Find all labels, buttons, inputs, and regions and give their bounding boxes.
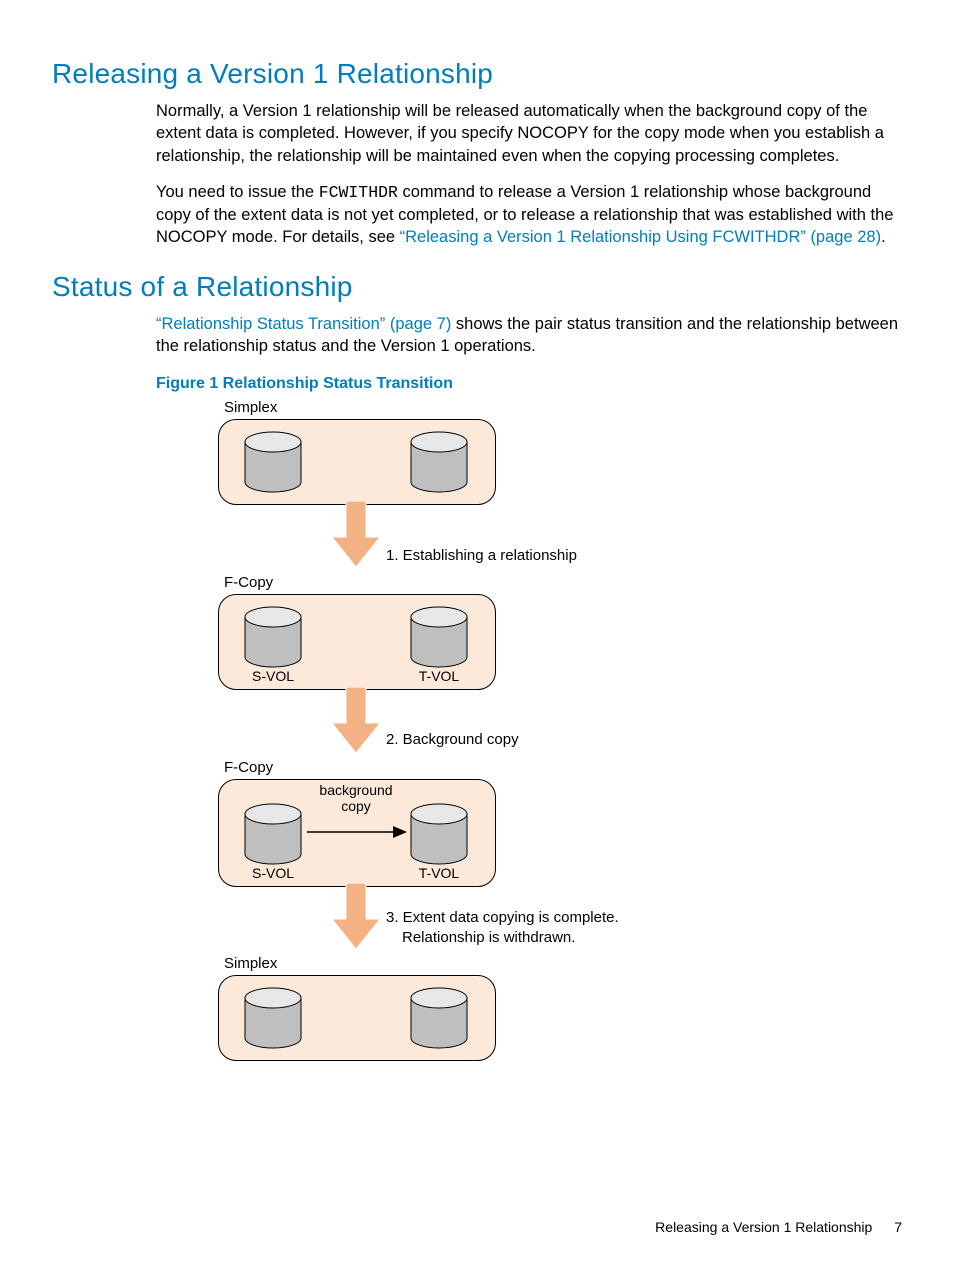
cylinder-icon (409, 605, 469, 669)
state3-tvol-label: T-VOL (399, 865, 479, 881)
figure-caption: Figure 1 Relationship Status Transition (156, 375, 902, 393)
heading-releasing: Releasing a Version 1 Relationship (52, 58, 902, 90)
paragraph-2: You need to issue the FCWITHDR command t… (156, 181, 902, 249)
footer-text: Releasing a Version 1 Relationship (655, 1219, 872, 1235)
cylinder-icon (243, 802, 303, 866)
state4-box (218, 975, 496, 1061)
state1-label: Simplex (224, 399, 277, 416)
para2-code: FCWITHDR (319, 183, 398, 202)
cylinder-icon (409, 802, 469, 866)
state2-tvol-label: T-VOL (399, 668, 479, 684)
state2-box: S-VOL T-VOL (218, 594, 496, 690)
state3-label: F-Copy (224, 759, 273, 776)
link-fcwithdr[interactable]: “Releasing a Version 1 Relationship Usin… (400, 228, 881, 246)
cylinder-icon (243, 605, 303, 669)
state3-svol-label: S-VOL (233, 865, 313, 881)
arrow-right-icon (307, 822, 407, 842)
state4-label: Simplex (224, 955, 277, 972)
link-status-transition[interactable]: “Relationship Status Transition” (page 7… (156, 315, 451, 333)
para2-text-c: . (881, 228, 886, 246)
heading-status: Status of a Relationship (52, 271, 902, 303)
step3b-label: Relationship is withdrawn. (402, 929, 575, 946)
arrow-down-icon (332, 687, 380, 753)
state1-box (218, 419, 496, 505)
state3-bgcopy-label: background copy (311, 782, 401, 814)
cylinder-icon (409, 430, 469, 494)
cylinder-icon (243, 430, 303, 494)
cylinder-icon (409, 986, 469, 1050)
para2-text-a: You need to issue the (156, 183, 319, 201)
step3a-label: 3. Extent data copying is complete. (386, 909, 619, 926)
state3-box: S-VOL background copy T-VOL (218, 779, 496, 887)
step2-label: 2. Background copy (386, 731, 519, 748)
arrow-down-icon (332, 501, 380, 567)
paragraph-3: “Relationship Status Transition” (page 7… (156, 313, 902, 358)
paragraph-1: Normally, a Version 1 relationship will … (156, 100, 902, 167)
page-footer: Releasing a Version 1 Relationship 7 (655, 1219, 902, 1235)
cylinder-icon (243, 986, 303, 1050)
state2-label: F-Copy (224, 574, 273, 591)
arrow-down-icon (332, 883, 380, 949)
state2-svol-label: S-VOL (233, 668, 313, 684)
diagram-relationship-status: Simplex 1. Establishing a relationship (156, 399, 676, 1139)
page-number: 7 (894, 1219, 902, 1235)
step1-label: 1. Establishing a relationship (386, 547, 577, 564)
